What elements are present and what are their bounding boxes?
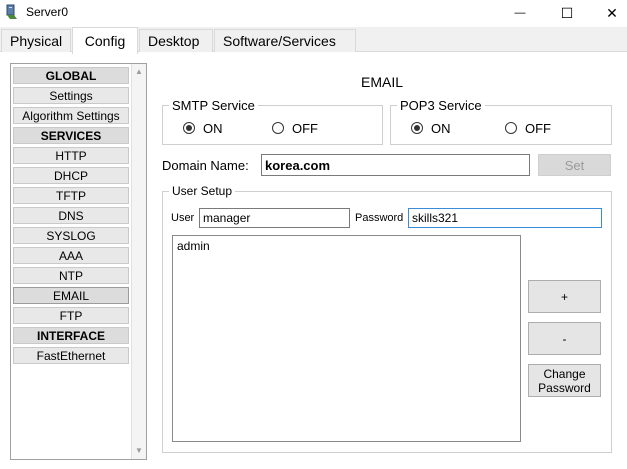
maximize-button[interactable]: ☐ xyxy=(544,0,590,26)
sidebar-item-algorithm-settings[interactable]: Algorithm Settings xyxy=(13,107,129,124)
add-user-button[interactable]: + xyxy=(528,280,601,313)
password-label: Password xyxy=(355,212,404,224)
close-icon: ✕ xyxy=(606,4,618,21)
user-setup-legend: User Setup xyxy=(172,184,233,198)
sidebar-scrollbar[interactable]: ▲ ▼ xyxy=(131,64,146,459)
tab-config[interactable]: Config xyxy=(72,27,138,54)
sidebar-item-settings[interactable]: Settings xyxy=(13,87,129,104)
sidebar-header-services: SERVICES xyxy=(13,127,129,144)
password-input[interactable]: skills321 xyxy=(408,208,602,228)
title-bar: Server0 — ☐ ✕ xyxy=(0,0,627,26)
sidebar-item-ntp[interactable]: NTP xyxy=(13,267,129,284)
smtp-on-radio[interactable] xyxy=(183,122,195,134)
smtp-on-label: ON xyxy=(203,121,223,136)
radio-selected-dot xyxy=(414,125,420,131)
set-button[interactable]: Set xyxy=(538,154,611,176)
minimize-icon: — xyxy=(514,7,526,19)
smtp-off-label: OFF xyxy=(292,121,318,136)
tab-bar: Physical Config Desktop Software/Service… xyxy=(0,27,627,54)
pop3-off-label: OFF xyxy=(525,121,551,136)
smtp-service-legend: SMTP Service xyxy=(172,98,255,113)
window-title: Server0 xyxy=(26,5,69,19)
sidebar-item-email[interactable]: EMAIL xyxy=(13,287,129,304)
sidebar-item-ftp[interactable]: FTP xyxy=(13,307,129,324)
pop3-service-legend: POP3 Service xyxy=(400,98,482,113)
pop3-service-group: POP3 Service xyxy=(390,98,612,145)
radio-selected-dot xyxy=(186,125,192,131)
tab-desktop[interactable]: Desktop xyxy=(139,29,213,52)
change-password-label-line2: Password xyxy=(538,380,591,395)
sidebar-item-aaa[interactable]: AAA xyxy=(13,247,129,264)
sidebar-header-interface: INTERFACE xyxy=(13,327,129,344)
sidebar-item-syslog[interactable]: SYSLOG xyxy=(13,227,129,244)
change-password-button[interactable]: Change Password xyxy=(528,364,601,397)
change-password-label-line1: Change xyxy=(543,366,586,381)
close-button[interactable]: ✕ xyxy=(589,0,627,26)
domain-name-input[interactable]: korea.com xyxy=(261,154,530,176)
sidebar: GLOBAL Settings Algorithm Settings SERVI… xyxy=(10,63,147,460)
scroll-up-icon[interactable]: ▲ xyxy=(135,67,143,76)
maximize-icon: ☐ xyxy=(560,4,574,21)
sidebar-header-global: GLOBAL xyxy=(13,67,129,84)
sidebar-item-fastethernet[interactable]: FastEthernet xyxy=(13,347,129,364)
pop3-on-radio[interactable] xyxy=(411,122,423,134)
section-title: EMAIL xyxy=(361,74,404,90)
tab-physical[interactable]: Physical xyxy=(1,29,71,52)
domain-name-label: Domain Name: xyxy=(162,158,249,173)
sidebar-item-dns[interactable]: DNS xyxy=(13,207,129,224)
user-list[interactable]: admin xyxy=(172,235,521,442)
pop3-off-radio[interactable] xyxy=(505,122,517,134)
tab-software-services[interactable]: Software/Services xyxy=(214,29,356,52)
scroll-down-icon[interactable]: ▼ xyxy=(135,446,143,455)
pop3-on-label: ON xyxy=(431,121,451,136)
remove-user-button[interactable]: - xyxy=(528,322,601,355)
smtp-off-radio[interactable] xyxy=(272,122,284,134)
minimize-button[interactable]: — xyxy=(497,0,543,26)
user-input[interactable]: manager xyxy=(199,208,350,228)
sidebar-item-http[interactable]: HTTP xyxy=(13,147,129,164)
list-item[interactable]: admin xyxy=(177,239,210,253)
sidebar-item-tftp[interactable]: TFTP xyxy=(13,187,129,204)
sidebar-item-dhcp[interactable]: DHCP xyxy=(13,167,129,184)
server-app-icon xyxy=(4,4,20,20)
smtp-service-group: SMTP Service xyxy=(162,98,383,145)
user-label: User xyxy=(171,212,195,224)
